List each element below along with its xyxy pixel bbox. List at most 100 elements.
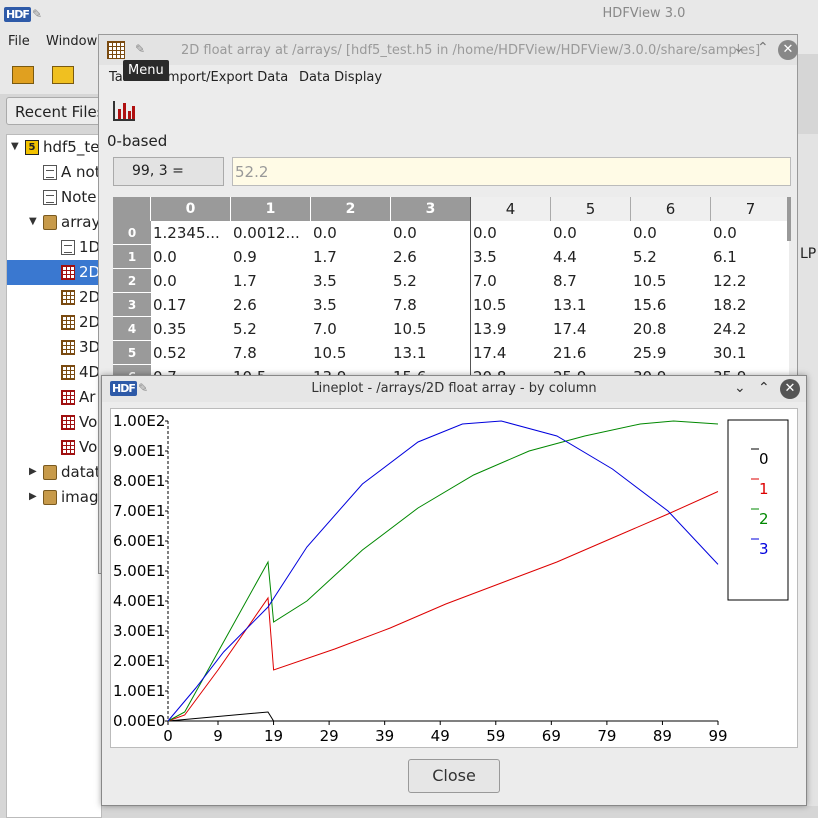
table-cell[interactable]: 13.9 (471, 317, 551, 341)
table-cell[interactable]: 10.5 (471, 293, 551, 317)
tree-item[interactable]: ▼ arrays (7, 210, 101, 235)
column-header[interactable]: 4 (471, 197, 551, 221)
tree-item[interactable]: Note (7, 185, 101, 210)
table-cell[interactable]: 7.0 (311, 317, 391, 341)
table-cell[interactable]: 0.0 (151, 269, 231, 293)
table-cell[interactable]: 2.6 (391, 245, 471, 269)
tree-item[interactable]: 2D (7, 310, 101, 335)
tree-item[interactable]: A note (7, 160, 101, 185)
table-cell[interactable]: 0.35 (151, 317, 231, 341)
table-cell[interactable]: 6.1 (711, 245, 789, 269)
tree-item[interactable]: ▶ datatypes (7, 460, 101, 485)
table-cell[interactable]: 0.0 (471, 221, 551, 245)
menu-import-export[interactable]: Import/Export Data (163, 70, 288, 85)
table-cell[interactable]: 7.8 (231, 341, 311, 365)
column-header[interactable]: 6 (631, 197, 711, 221)
table-cell[interactable]: 2.6 (231, 293, 311, 317)
tree-item[interactable]: 4D (7, 360, 101, 385)
table-cell[interactable]: 0.52 (151, 341, 231, 365)
cell-value-field[interactable]: 52.2 (232, 157, 791, 186)
table-cell[interactable]: 3.5 (311, 293, 391, 317)
row-header[interactable]: 1 (113, 245, 151, 269)
lineplot-maximize-icon[interactable]: ⌃ (758, 380, 770, 396)
table-cell[interactable]: 1.2345... (151, 221, 231, 245)
minimize-icon[interactable]: ⌄ (733, 40, 745, 56)
table-cell[interactable]: 20.8 (631, 317, 711, 341)
tree-item[interactable]: 3D (7, 335, 101, 360)
table-cell[interactable]: 4.4 (551, 245, 631, 269)
row-header[interactable]: 0 (113, 221, 151, 245)
table-cell[interactable]: 17.4 (551, 317, 631, 341)
menu-window[interactable]: Window (46, 34, 97, 49)
table-cell[interactable]: 3.5 (311, 269, 391, 293)
table-cell[interactable]: 10.5 (631, 269, 711, 293)
open-file-icon[interactable] (12, 66, 34, 84)
tree-item-label: 4D (79, 363, 101, 381)
tree-item[interactable]: 2D (7, 260, 101, 285)
table-cell[interactable]: 7.0 (471, 269, 551, 293)
column-header[interactable]: 1 (231, 197, 311, 221)
row-header[interactable]: 3 (113, 293, 151, 317)
table-cell[interactable]: 0.0 (631, 221, 711, 245)
tree-item[interactable]: 2D (7, 285, 101, 310)
menu-data-display[interactable]: Data Display (299, 70, 382, 85)
table-cell[interactable]: 0.0 (711, 221, 789, 245)
table-cell[interactable]: 5.2 (631, 245, 711, 269)
recent-files-button[interactable]: Recent Files (6, 97, 106, 125)
table-cell[interactable]: 0.0 (311, 221, 391, 245)
table-cell[interactable]: 3.5 (471, 245, 551, 269)
collapse-arrow-icon[interactable]: ▶ (29, 491, 37, 502)
column-header[interactable]: 3 (391, 197, 471, 221)
collapse-arrow-icon[interactable]: ▶ (29, 466, 37, 477)
open-folder-icon[interactable] (52, 66, 74, 84)
table-cell[interactable]: 10.5 (311, 341, 391, 365)
table-cell[interactable]: 21.6 (551, 341, 631, 365)
table-cell[interactable]: 8.7 (551, 269, 631, 293)
row-header[interactable]: 4 (113, 317, 151, 341)
tree-item[interactable]: 1D (7, 235, 101, 260)
table-cell[interactable]: 0.17 (151, 293, 231, 317)
column-header[interactable]: 2 (311, 197, 391, 221)
expand-arrow-icon[interactable]: ▼ (29, 216, 37, 227)
tree-item[interactable]: Vo (7, 410, 101, 435)
menu-file[interactable]: File (8, 34, 30, 49)
table-cell[interactable]: 13.1 (391, 341, 471, 365)
lineplot-chart-icon[interactable] (113, 101, 135, 121)
table-cell[interactable]: 0.0 (391, 221, 471, 245)
table-cell[interactable]: 15.6 (631, 293, 711, 317)
table-cell[interactable]: 18.2 (711, 293, 789, 317)
table-cell[interactable]: 30.1 (711, 341, 789, 365)
table-cell[interactable]: 25.9 (631, 341, 711, 365)
lineplot-minimize-icon[interactable]: ⌄ (734, 380, 746, 396)
row-header[interactable]: 5 (113, 341, 151, 365)
table-vertical-scrollbar[interactable] (787, 197, 791, 241)
table-cell[interactable]: 7.8 (391, 293, 471, 317)
table-cell[interactable]: 17.4 (471, 341, 551, 365)
tree-item[interactable]: ▼ 5 hdf5_test.h5 (7, 135, 101, 160)
table-cell[interactable]: 0.0 (551, 221, 631, 245)
tree-item[interactable]: Ar (7, 385, 101, 410)
row-header[interactable]: 2 (113, 269, 151, 293)
column-header[interactable]: 5 (551, 197, 631, 221)
lineplot-close-icon[interactable]: ✕ (780, 379, 800, 399)
table-cell[interactable]: 5.2 (391, 269, 471, 293)
table-cell[interactable]: 0.9 (231, 245, 311, 269)
dataset-close-icon[interactable]: ✕ (778, 40, 798, 60)
maximize-icon[interactable]: ⌃ (757, 40, 769, 56)
column-header[interactable]: 0 (151, 197, 231, 221)
table-cell[interactable]: 5.2 (231, 317, 311, 341)
table-cell[interactable]: 10.5 (391, 317, 471, 341)
table-cell[interactable]: 1.7 (311, 245, 391, 269)
column-header[interactable]: 7 (711, 197, 789, 221)
table-cell[interactable]: 0.0 (151, 245, 231, 269)
tree-item[interactable]: Vo (7, 435, 101, 460)
expand-arrow-icon[interactable]: ▼ (11, 141, 19, 152)
table-cell[interactable]: 0.0012... (231, 221, 311, 245)
table-cell[interactable]: 13.1 (551, 293, 631, 317)
dataset-pin-icon[interactable]: ✎ (135, 42, 145, 56)
table-cell[interactable]: 12.2 (711, 269, 789, 293)
table-cell[interactable]: 24.2 (711, 317, 789, 341)
close-button[interactable]: Close (408, 759, 500, 793)
tree-item[interactable]: ▶ images (7, 485, 101, 510)
table-cell[interactable]: 1.7 (231, 269, 311, 293)
